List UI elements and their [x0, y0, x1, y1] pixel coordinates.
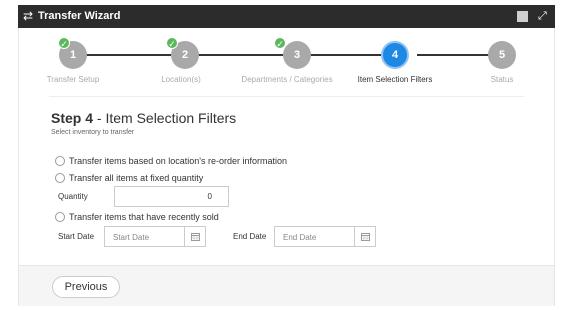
wizard-step-5[interactable]: 5 — [488, 41, 516, 69]
expand-icon[interactable]: ⤢ — [538, 8, 547, 24]
page-title: Step 4 - Item Selection Filters — [51, 110, 236, 126]
radio-reorder-label: Transfer items based on location's re-or… — [69, 156, 287, 166]
minimize-square-icon[interactable] — [517, 11, 528, 22]
window-titlebar: ⇄ Transfer Wizard ⤢ — [18, 5, 555, 28]
calendar-glyph — [360, 233, 370, 241]
step-number: 4 — [391, 49, 399, 61]
radio-recent-label: Transfer items that have recently sold — [69, 212, 219, 222]
check-icon: ✓ — [58, 37, 70, 49]
check-icon: ✓ — [274, 37, 286, 49]
step-number: 5 — [498, 49, 506, 61]
step-number: 3 — [293, 49, 301, 61]
wizard-step-label: Departments / Categories — [241, 75, 333, 84]
step-title: - Item Selection Filters — [93, 110, 237, 126]
end-date-input[interactable]: End Date — [274, 226, 376, 247]
wizard-step-3[interactable]: 3 — [283, 41, 311, 69]
wizard-step-label: Status — [490, 75, 514, 84]
end-date-placeholder: End Date — [283, 233, 317, 242]
step-number: 2 — [181, 49, 189, 61]
end-date-label: End Date — [233, 232, 267, 241]
step-number: 1 — [69, 49, 77, 61]
option-recent-row[interactable]: Transfer items that have recently sold — [55, 211, 219, 223]
calendar-icon[interactable] — [184, 227, 205, 246]
window-title: Transfer Wizard — [38, 10, 121, 22]
wizard-connector-line — [193, 54, 283, 56]
page-subtitle: Select inventory to transfer — [51, 129, 135, 136]
wizard-footer: Previous — [19, 265, 554, 306]
radio-fixed-label: Transfer all items at fixed quantity — [69, 173, 204, 183]
wizard-panel: 1 ✓ Transfer Setup 2 ✓ Location(s) 3 ✓ D… — [18, 28, 555, 306]
wizard-step-4[interactable]: 4 — [381, 41, 409, 69]
wizard-step-label-active: Item Selection Filters — [357, 75, 433, 84]
option-reorder-row[interactable]: Transfer items based on location's re-or… — [55, 155, 287, 167]
calendar-glyph — [190, 233, 200, 241]
previous-button[interactable]: Previous — [52, 276, 120, 298]
divider — [49, 96, 524, 97]
check-icon: ✓ — [166, 37, 178, 49]
quantity-label: Quantity — [58, 192, 88, 201]
option-fixed-row[interactable]: Transfer all items at fixed quantity — [55, 172, 203, 184]
radio-reorder[interactable] — [55, 156, 65, 166]
transfer-swap-icon: ⇄ — [23, 9, 34, 23]
wizard-step-label: Location(s) — [161, 75, 201, 84]
radio-fixed-quantity[interactable] — [55, 173, 65, 183]
wizard-step-label: Transfer Setup — [46, 75, 100, 84]
start-date-placeholder: Start Date — [113, 233, 150, 242]
start-date-label: Start Date — [58, 232, 95, 241]
calendar-icon[interactable] — [354, 227, 375, 246]
quantity-input[interactable]: 0 — [114, 186, 229, 207]
start-date-input[interactable]: Start Date — [104, 226, 206, 247]
step-prefix: Step 4 — [51, 110, 94, 126]
radio-recently-sold[interactable] — [55, 212, 65, 222]
wizard-connector-line — [81, 54, 171, 56]
